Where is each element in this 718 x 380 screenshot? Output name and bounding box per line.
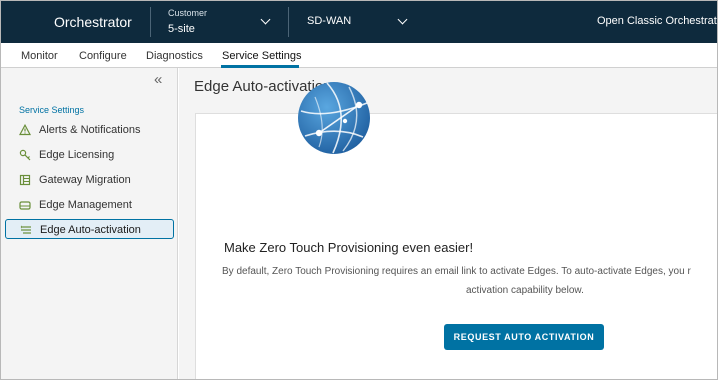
product-label: SD-WAN — [307, 15, 352, 27]
top-bar: Orchestrator Customer 5-site SD-WAN Open… — [1, 1, 717, 43]
sidebar-item-gateway-migration[interactable]: Gateway Migration — [5, 170, 174, 190]
collapse-sidebar-icon[interactable]: « — [154, 72, 162, 87]
key-icon — [19, 149, 31, 161]
tab-service-settings[interactable]: Service Settings — [222, 50, 301, 62]
header-divider — [288, 7, 289, 37]
tab-configure[interactable]: Configure — [79, 50, 127, 62]
auto-activation-icon — [20, 225, 31, 234]
sidebar-item-label: Alerts & Notifications — [39, 124, 141, 136]
promo-description-line2: activation capability below. — [466, 285, 584, 296]
gateway-icon — [19, 174, 31, 186]
sidebar-item-label: Gateway Migration — [39, 174, 131, 186]
globe-network-icon — [298, 82, 370, 154]
tab-diagnostics[interactable]: Diagnostics — [146, 50, 203, 62]
sidebar-item-alerts-notifications[interactable]: Alerts & Notifications — [5, 120, 174, 140]
request-auto-activation-button[interactable]: REQUEST AUTO ACTIVATION — [444, 324, 604, 350]
tab-monitor[interactable]: Monitor — [21, 50, 58, 62]
header-divider — [150, 7, 151, 37]
chevron-down-icon — [260, 14, 271, 25]
sidebar-item-edge-management[interactable]: Edge Management — [5, 195, 174, 215]
customer-value: 5-site — [168, 23, 195, 35]
customer-label: Customer — [168, 8, 208, 18]
sidebar: « Service Settings Alerts & Notification… — [1, 68, 178, 379]
app-title: Orchestrator — [54, 14, 132, 30]
open-classic-link[interactable]: Open Classic Orchestrator — [597, 15, 717, 27]
edge-device-icon — [19, 201, 31, 210]
sidebar-item-edge-auto-activation[interactable]: Edge Auto-activation — [5, 219, 174, 239]
sidebar-item-edge-licensing[interactable]: Edge Licensing — [5, 145, 174, 165]
sidebar-item-label: Edge Auto-activation — [40, 224, 141, 236]
promo-description-line1: By default, Zero Touch Provisioning requ… — [222, 266, 691, 277]
promo-heading: Make Zero Touch Provisioning even easier… — [224, 240, 474, 255]
sidebar-item-label: Edge Licensing — [39, 149, 115, 161]
primary-tabs: Monitor Configure Diagnostics Service Se… — [1, 43, 717, 68]
chevron-down-icon — [397, 14, 408, 25]
alert-triangle-icon — [19, 124, 31, 136]
app-window: Orchestrator Customer 5-site SD-WAN Open… — [0, 0, 718, 380]
sidebar-item-label: Edge Management — [39, 199, 132, 211]
sidebar-section-title: Service Settings — [19, 105, 85, 115]
